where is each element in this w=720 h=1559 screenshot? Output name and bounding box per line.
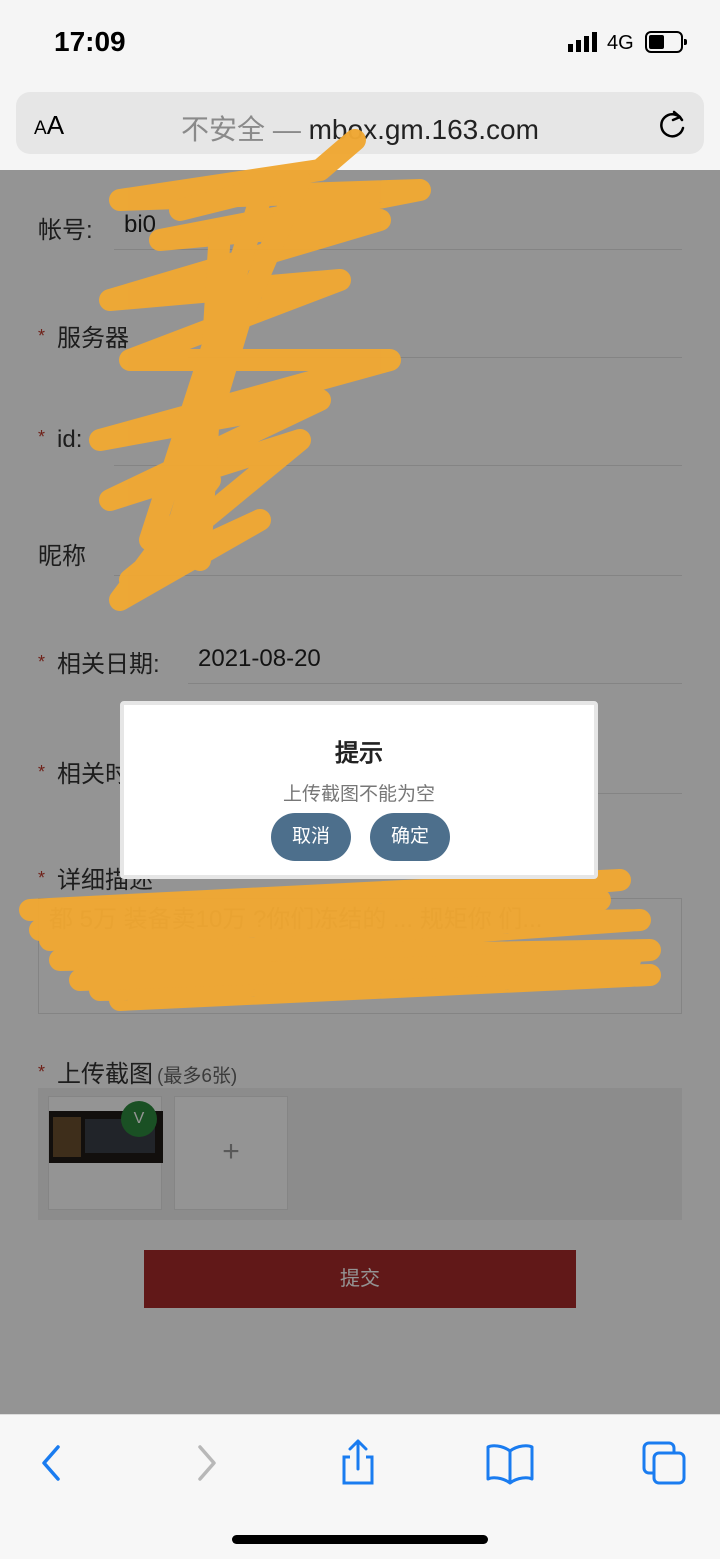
dialog-title: 提示 xyxy=(335,740,383,767)
insecure-label: 不安全 — xyxy=(181,114,301,145)
browser-address-area: AA 不安全 — mbox.gm.163.com xyxy=(0,88,720,170)
url-domain: mbox.gm.163.com xyxy=(308,114,539,145)
back-icon[interactable] xyxy=(24,1437,80,1489)
status-bar: 17:09 4G xyxy=(0,0,720,88)
address-bar[interactable]: AA 不安全 — mbox.gm.163.com xyxy=(16,92,704,154)
status-time: 17:09 xyxy=(54,26,126,57)
cancel-button[interactable]: 取消 xyxy=(271,813,351,861)
dialog-message: 上传截图不能为空 xyxy=(282,784,435,805)
network-label: 4G xyxy=(607,32,634,54)
home-indicator xyxy=(232,1535,488,1544)
confirm-button[interactable]: 确定 xyxy=(370,813,450,861)
tabs-icon[interactable] xyxy=(636,1437,692,1489)
forward-icon[interactable] xyxy=(178,1437,234,1489)
alert-dialog: 提示 上传截图不能为空 取消 确定 xyxy=(120,701,598,879)
battery-icon xyxy=(645,31,687,53)
url-display[interactable]: 不安全 — mbox.gm.163.com xyxy=(16,108,704,148)
bookmarks-icon[interactable] xyxy=(482,1437,538,1489)
share-icon[interactable] xyxy=(330,1437,386,1489)
reload-icon[interactable] xyxy=(658,108,688,140)
signal-icon xyxy=(568,32,597,52)
